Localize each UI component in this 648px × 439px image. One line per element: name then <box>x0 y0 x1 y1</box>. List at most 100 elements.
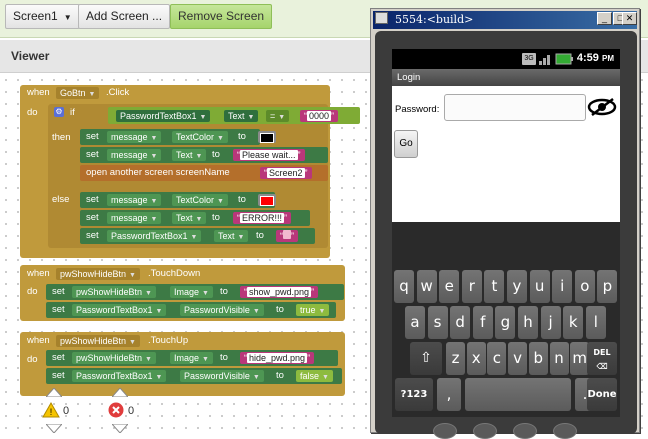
key-n[interactable]: n <box>549 342 569 375</box>
key-r[interactable]: r <box>461 270 482 303</box>
set-component-dropdown[interactable]: PasswordTextBox1 ▼ <box>107 230 202 242</box>
key-b[interactable]: b <box>528 342 548 375</box>
key-u[interactable]: u <box>529 270 550 303</box>
chevron-down-icon: ▼ <box>63 13 72 22</box>
set-prop-dropdown[interactable]: Text ▼ <box>172 212 207 224</box>
event-component-label: GoBtn <box>60 88 86 98</box>
set-prop-dropdown[interactable]: Image ▼ <box>170 286 213 298</box>
gear-icon[interactable]: ⚙ <box>54 107 64 117</box>
warning-icon[interactable]: ! <box>42 402 60 418</box>
key-w[interactable]: w <box>416 270 437 303</box>
password-input[interactable] <box>444 94 586 121</box>
set-component-label: PasswordTextBox1 <box>111 231 188 241</box>
key-c[interactable]: c <box>487 342 507 375</box>
cond-value-text-block[interactable]: “0000” <box>300 110 339 122</box>
comma-key[interactable]: , <box>437 378 461 411</box>
key-h[interactable]: h <box>518 306 538 339</box>
event-component-dropdown[interactable]: GoBtn ▼ <box>56 87 100 99</box>
set-component-dropdown[interactable]: message ▼ <box>107 212 162 224</box>
phone-frame: 3G 4:59 PM Login Password: Go qwertyuiop… <box>375 31 637 439</box>
set-component-dropdown[interactable]: pwShowHideBtn ▼ <box>72 352 156 364</box>
cond-component-dropdown[interactable]: PasswordTextBox1 ▼ <box>116 110 211 122</box>
image-value[interactable]: hide_pwd.png <box>247 353 308 363</box>
set-prop-dropdown[interactable]: Text ▼ <box>214 230 249 242</box>
set-component-dropdown[interactable]: PasswordTextBox1 ▼ <box>72 370 167 382</box>
key-o[interactable]: o <box>574 270 595 303</box>
key-v[interactable]: v <box>508 342 528 375</box>
key-y[interactable]: y <box>507 270 527 303</box>
screen-name-text-block[interactable]: “Screen2” <box>260 167 312 179</box>
phone-screen: 3G 4:59 PM Login Password: Go qwertyuiop… <box>392 49 620 417</box>
set-prop-dropdown[interactable]: Text ▼ <box>172 149 207 161</box>
set-component-dropdown[interactable]: message ▼ <box>107 149 162 161</box>
cond-value[interactable]: 0000 <box>307 111 332 121</box>
image-value[interactable]: show_pwd.png <box>247 287 312 297</box>
back-button[interactable] <box>513 423 537 439</box>
screen-name-value[interactable]: Screen2 <box>267 168 305 178</box>
image-text-block[interactable]: “hide_pwd.png” <box>240 352 315 364</box>
go-button[interactable]: Go <box>394 130 418 158</box>
key-s[interactable]: s <box>427 306 448 339</box>
eye-icon[interactable] <box>587 98 620 117</box>
key-l[interactable]: l <box>585 306 606 339</box>
warnings-toggle-up-icon[interactable] <box>46 388 62 397</box>
error-icon[interactable] <box>108 402 124 418</box>
empty-text-value[interactable] <box>283 230 291 239</box>
key-x[interactable]: x <box>466 342 486 375</box>
set-component-dropdown[interactable]: message ▼ <box>107 194 162 206</box>
symbols-key[interactable]: ?123 <box>395 378 433 411</box>
boolean-dropdown[interactable]: false ▼ <box>296 370 333 382</box>
home-button[interactable] <box>473 423 497 439</box>
set-label: set <box>52 352 65 363</box>
add-screen-button[interactable]: Add Screen ... <box>78 4 171 29</box>
text-block[interactable]: “Please wait...” <box>233 149 305 161</box>
errors-toggle-up-icon[interactable] <box>112 388 128 397</box>
image-text-block[interactable]: “show_pwd.png” <box>240 286 319 298</box>
set-component-dropdown[interactable]: message ▼ <box>107 131 162 143</box>
key-z[interactable]: z <box>446 342 465 375</box>
text-value[interactable]: ERROR!!! <box>240 213 285 223</box>
close-button[interactable]: ✕ <box>622 12 637 25</box>
done-key[interactable]: Done <box>587 378 617 411</box>
operator-dropdown[interactable]: = ▼ <box>266 110 290 122</box>
color-block-black[interactable] <box>258 131 276 143</box>
empty-text-block[interactable]: “” <box>276 230 298 242</box>
boolean-value: false <box>300 371 320 381</box>
key-j[interactable]: j <box>540 306 561 339</box>
key-q[interactable]: q <box>394 270 414 303</box>
event-component-dropdown[interactable]: pwShowHideBtn ▼ <box>56 268 140 280</box>
key-k[interactable]: k <box>563 306 584 339</box>
cond-prop-dropdown[interactable]: Text ▼ <box>224 110 259 122</box>
set-component-dropdown[interactable]: PasswordTextBox1 ▼ <box>72 304 167 316</box>
key-i[interactable]: i <box>552 270 573 303</box>
camera-button[interactable] <box>433 423 457 439</box>
event-component-dropdown[interactable]: pwShowHideBtn ▼ <box>56 335 140 347</box>
search-button[interactable] <box>553 423 577 439</box>
screen-selector[interactable]: Screen1 ▼ <box>5 4 80 29</box>
key-e[interactable]: e <box>439 270 460 303</box>
delete-key[interactable]: DEL ⌫ <box>587 342 617 375</box>
set-component-label: pwShowHideBtn <box>76 353 143 363</box>
set-prop-dropdown[interactable]: PasswordVisible ▼ <box>180 304 264 316</box>
warnings-toggle-down-icon[interactable] <box>46 424 62 433</box>
set-prop-dropdown[interactable]: PasswordVisible ▼ <box>180 370 264 382</box>
key-g[interactable]: g <box>495 306 516 339</box>
key-f[interactable]: f <box>472 306 493 339</box>
space-key[interactable] <box>465 378 571 411</box>
key-d[interactable]: d <box>450 306 471 339</box>
minimize-button[interactable]: _ <box>597 12 612 25</box>
color-block-red[interactable] <box>258 194 276 206</box>
key-t[interactable]: t <box>484 270 505 303</box>
set-prop-dropdown[interactable]: TextColor ▼ <box>172 194 228 206</box>
key-a[interactable]: a <box>405 306 425 339</box>
key-p[interactable]: p <box>597 270 618 303</box>
shift-key[interactable]: ⇧ <box>410 342 442 375</box>
set-prop-dropdown[interactable]: Image ▼ <box>170 352 213 364</box>
boolean-dropdown[interactable]: true ▼ <box>296 304 330 316</box>
remove-screen-button[interactable]: Remove Screen <box>170 4 273 29</box>
text-value[interactable]: Please wait... <box>240 150 298 160</box>
text-block[interactable]: “ERROR!!!” <box>233 212 292 224</box>
set-prop-dropdown[interactable]: TextColor ▼ <box>172 131 228 143</box>
errors-toggle-down-icon[interactable] <box>112 424 128 433</box>
set-component-dropdown[interactable]: pwShowHideBtn ▼ <box>72 286 156 298</box>
